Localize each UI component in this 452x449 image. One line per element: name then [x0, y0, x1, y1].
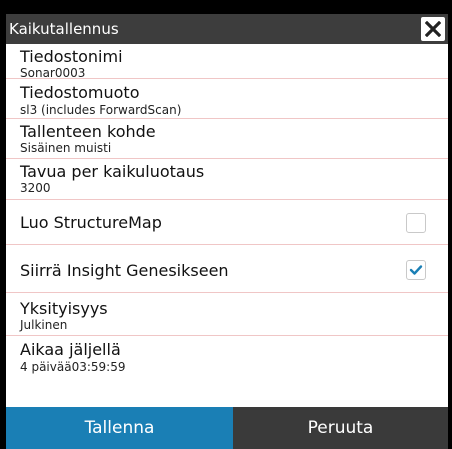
recording-dialog: Kaikutallennus Tiedostonimi Sonar0003 Ti…: [6, 14, 448, 449]
filename-item[interactable]: Tiedostonimi Sonar0003: [6, 44, 448, 80]
time-left-item: Aikaa jäljellä 4 päivää03:59:59: [6, 336, 448, 396]
file-format-label: Tiedostomuoto: [20, 83, 140, 102]
destination-label: Tallenteen kohde: [20, 122, 156, 141]
settings-list: Tiedostonimi Sonar0003 Tiedostomuoto sl3…: [6, 44, 448, 407]
filename-label: Tiedostonimi: [20, 47, 123, 66]
privacy-item[interactable]: Yksityisyys Julkinen: [6, 293, 448, 336]
file-format-value: sl3 (includes ForwardScan): [20, 103, 182, 117]
transfer-genesis-item[interactable]: Siirrä Insight Genesikseen: [6, 245, 448, 293]
privacy-value: Julkinen: [20, 318, 68, 332]
close-icon: [425, 21, 441, 37]
time-left-value: 4 päivää03:59:59: [20, 360, 126, 374]
privacy-label: Yksityisyys: [20, 299, 108, 318]
create-structuremap-checkbox[interactable]: [406, 213, 426, 233]
bytes-per-sounding-value: 3200: [20, 181, 51, 195]
dialog-footer: Tallenna Peruuta: [6, 407, 448, 449]
cancel-button[interactable]: Peruuta: [233, 407, 448, 449]
bytes-per-sounding-item[interactable]: Tavua per kaikuluotaus 3200: [6, 159, 448, 200]
transfer-genesis-label: Siirrä Insight Genesikseen: [20, 261, 229, 280]
dialog-title: Kaikutallennus: [9, 20, 119, 38]
close-button[interactable]: [421, 17, 445, 41]
destination-item[interactable]: Tallenteen kohde Sisäinen muisti: [6, 119, 448, 159]
save-button[interactable]: Tallenna: [6, 407, 233, 449]
filename-value: Sonar0003: [20, 66, 86, 80]
bytes-per-sounding-label: Tavua per kaikuluotaus: [20, 162, 205, 181]
create-structuremap-item[interactable]: Luo StructureMap: [6, 200, 448, 245]
dialog-titlebar: Kaikutallennus: [6, 14, 448, 44]
destination-value: Sisäinen muisti: [20, 141, 112, 155]
create-structuremap-label: Luo StructureMap: [20, 213, 162, 232]
file-format-item[interactable]: Tiedostomuoto sl3 (includes ForwardScan): [6, 79, 448, 119]
transfer-genesis-checkbox[interactable]: [406, 260, 426, 280]
checkmark-icon: [409, 265, 423, 275]
time-left-label: Aikaa jäljellä: [20, 340, 121, 359]
